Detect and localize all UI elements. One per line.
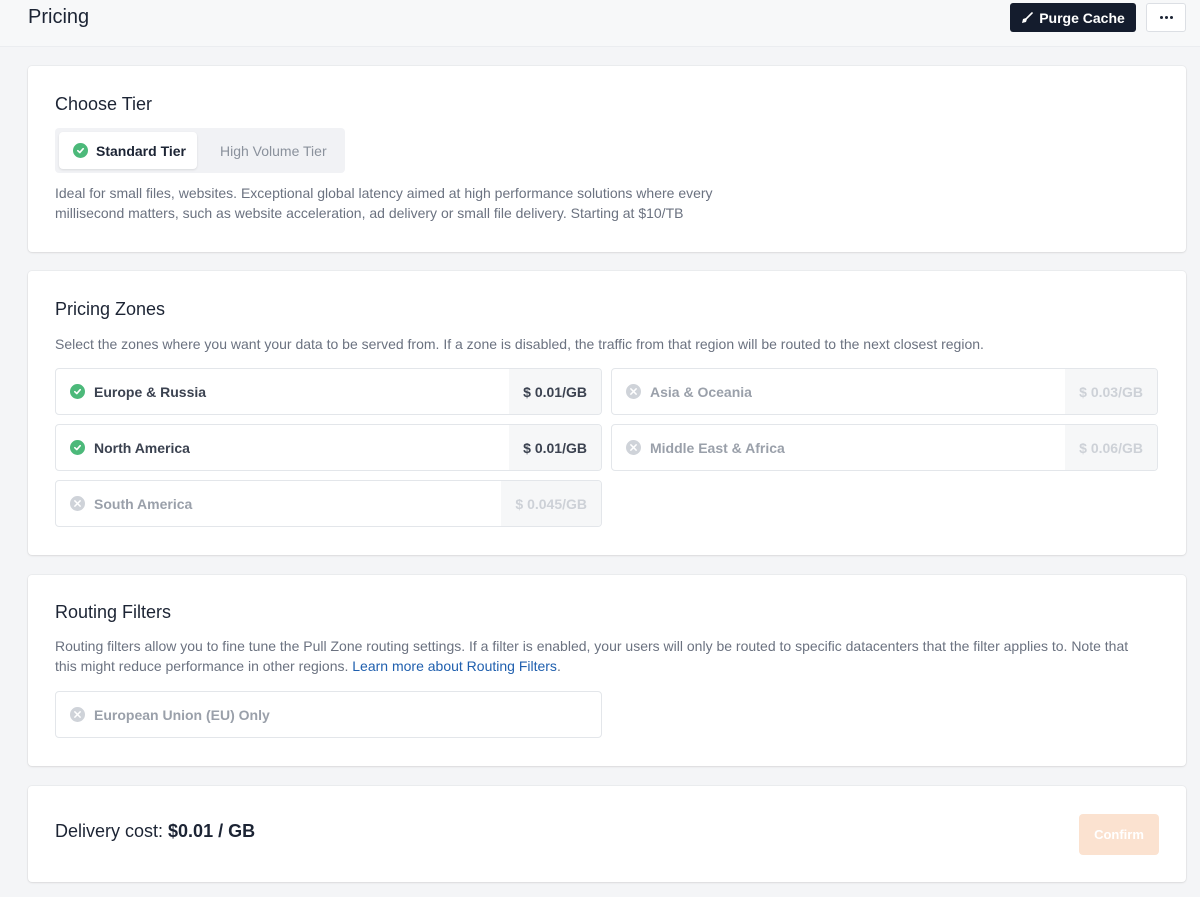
zone-middle-east-africa[interactable]: Middle East & Africa $ 0.06/GB: [611, 424, 1158, 471]
choose-tier-card: Choose Tier Standard Tier High Volume Ti…: [28, 66, 1186, 252]
x-circle-icon: [626, 384, 641, 399]
routing-description-line: Routing filters allow you to fine tune t…: [55, 638, 1129, 654]
zone-price: $ 0.045/GB: [501, 481, 601, 526]
routing-filters-card: Routing Filters Routing filters allow yo…: [28, 575, 1186, 766]
zone-price: $ 0.06/GB: [1065, 425, 1157, 470]
check-circle-icon: [70, 384, 85, 399]
routing-description-line: this might reduce performance in other r…: [55, 656, 1165, 676]
zone-south-america[interactable]: South America $ 0.045/GB: [55, 480, 602, 527]
purge-cache-button[interactable]: Purge Cache: [1010, 3, 1136, 32]
ellipsis-dot: [1164, 16, 1168, 19]
filter-name: European Union (EU) Only: [94, 706, 270, 723]
check-circle-icon: [73, 143, 88, 158]
tier-option-label: High Volume Tier: [220, 142, 327, 159]
tier-option-label: Standard Tier: [96, 142, 186, 159]
check-circle-icon: [70, 440, 85, 455]
ellipsis-dot: [1169, 16, 1173, 19]
zone-name: Middle East & Africa: [650, 439, 785, 456]
broom-icon: [1022, 11, 1034, 23]
x-circle-icon: [626, 440, 641, 455]
filter-eu-only[interactable]: European Union (EU) Only: [55, 691, 602, 738]
tier-option-high-volume[interactable]: High Volume Tier: [220, 132, 327, 169]
learn-more-routing-link[interactable]: Learn more about Routing Filters: [352, 658, 557, 674]
tier-description: Ideal for small files, websites. Excepti…: [55, 183, 713, 223]
zone-asia-oceania[interactable]: Asia & Oceania $ 0.03/GB: [611, 368, 1158, 415]
routing-filters-description: Routing filters allow you to fine tune t…: [55, 636, 1165, 676]
tier-description-line: millisecond matters, such as website acc…: [55, 205, 684, 221]
zone-price: $ 0.01/GB: [509, 425, 601, 470]
pricing-zones-card: Pricing Zones Select the zones where you…: [28, 271, 1186, 555]
delivery-cost-card: Delivery cost: $0.01 / GB Confirm: [28, 786, 1186, 882]
confirm-button[interactable]: Confirm: [1079, 814, 1159, 855]
delivery-cost: Delivery cost: $0.01 / GB: [55, 821, 255, 842]
zone-europe-russia[interactable]: Europe & Russia $ 0.01/GB: [55, 368, 602, 415]
choose-tier-title: Choose Tier: [55, 94, 153, 114]
more-options-button[interactable]: [1146, 3, 1186, 32]
pricing-zones-title: Pricing Zones: [55, 299, 166, 319]
routing-filters-title: Routing Filters: [55, 602, 172, 622]
delivery-cost-value: $0.01 / GB: [168, 821, 256, 841]
zone-price: $ 0.03/GB: [1065, 369, 1157, 414]
top-bar: Pricing Purge Cache: [0, 0, 1200, 47]
page-title: Pricing: [28, 6, 90, 28]
zone-name: South America: [94, 495, 193, 512]
zone-name: Europe & Russia: [94, 383, 207, 400]
tier-description-line: Ideal for small files, websites. Excepti…: [55, 185, 713, 201]
x-circle-icon: [70, 496, 85, 511]
zone-north-america[interactable]: North America $ 0.01/GB: [55, 424, 602, 471]
zone-price: $ 0.01/GB: [509, 369, 601, 414]
pricing-zones-description: Select the zones where you want your dat…: [55, 336, 984, 352]
x-circle-icon: [70, 707, 85, 722]
routing-description-period: .: [556, 658, 561, 674]
delivery-cost-label: Delivery cost:: [55, 821, 169, 841]
zone-name: North America: [94, 439, 190, 456]
purge-cache-label: Purge Cache: [1039, 9, 1125, 26]
ellipsis-icon: [1159, 16, 1163, 19]
zone-name: Asia & Oceania: [650, 383, 752, 400]
tier-option-standard[interactable]: Standard Tier: [59, 132, 197, 169]
routing-description-text: this might reduce performance in other r…: [55, 658, 353, 674]
tier-switch: Standard Tier High Volume Tier: [55, 128, 345, 173]
